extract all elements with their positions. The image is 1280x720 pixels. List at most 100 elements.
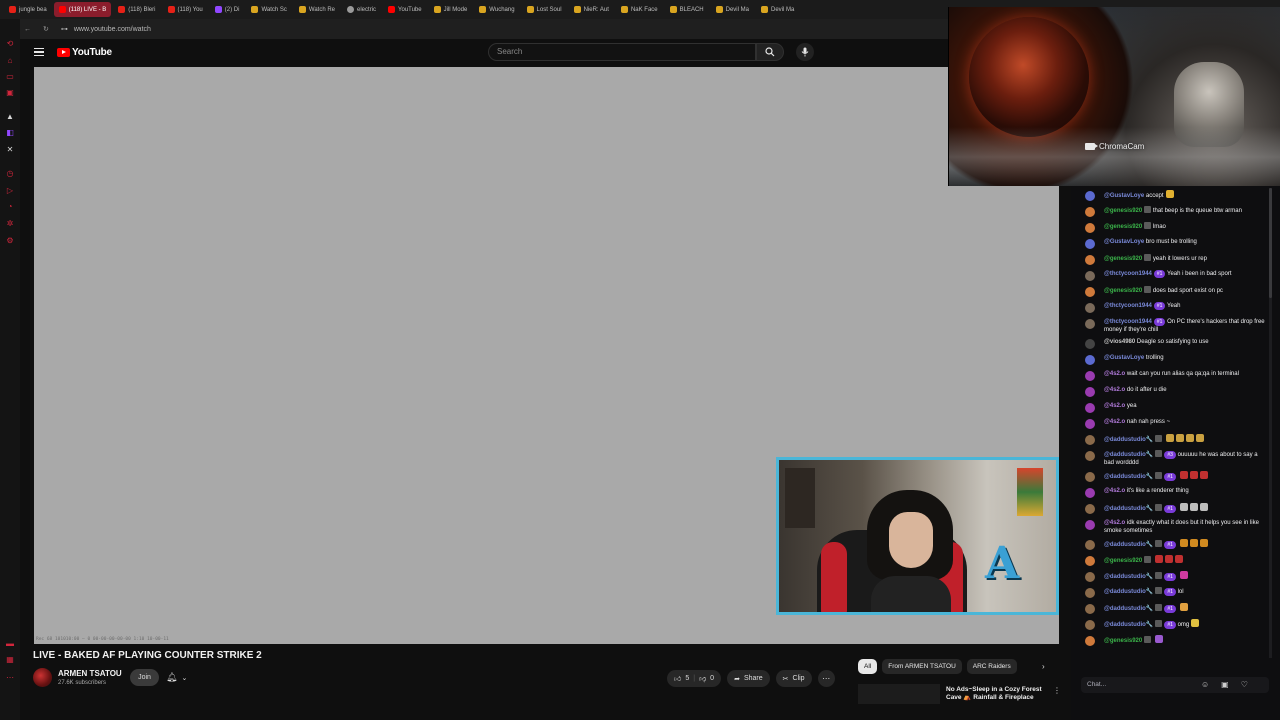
chat-avatar[interactable] bbox=[1085, 540, 1095, 550]
bookmark-icon[interactable]: ▬ bbox=[5, 639, 15, 649]
layout-icon[interactable]: ▦ bbox=[5, 655, 15, 665]
chat-username[interactable]: @daddustudio🔧 bbox=[1104, 506, 1153, 512]
chat-avatar[interactable] bbox=[1085, 572, 1095, 582]
bag-icon[interactable]: ⌂ bbox=[5, 56, 15, 66]
filter-chip[interactable]: From ARMEN TSATOU bbox=[882, 659, 962, 674]
site-info-icon[interactable]: ⊶ bbox=[61, 25, 68, 33]
chat-avatar[interactable] bbox=[1085, 255, 1095, 265]
x-icon[interactable]: ✕ bbox=[5, 145, 15, 155]
chat-username[interactable]: @daddustudio🔧 bbox=[1104, 606, 1153, 612]
share-button[interactable]: ➦ Share bbox=[727, 670, 770, 687]
browser-tab[interactable]: jungle bea bbox=[4, 2, 52, 17]
chat-username[interactable]: @daddustudio🔧 bbox=[1104, 474, 1153, 480]
heart-icon[interactable]: ♡ bbox=[1241, 680, 1248, 689]
youtube-logo[interactable]: YouTube bbox=[57, 47, 112, 58]
message-icon[interactable]: ▭ bbox=[5, 72, 15, 82]
triangle-icon[interactable]: ▲ bbox=[5, 112, 15, 122]
emoji-icon[interactable]: ☺ bbox=[1201, 680, 1209, 689]
browser-tab[interactable]: electric bbox=[342, 2, 381, 17]
chat-scrollbar[interactable] bbox=[1269, 188, 1272, 658]
play-icon[interactable]: ▷ bbox=[5, 186, 15, 196]
recommended-title[interactable]: No Ads~Sleep in a Cozy Forest Cave ⛺ Rai… bbox=[946, 686, 1056, 702]
chat-avatar[interactable] bbox=[1085, 636, 1095, 646]
channel-name[interactable]: ARMEN TSATOU bbox=[58, 669, 122, 678]
clock-icon[interactable]: ◷ bbox=[5, 169, 15, 179]
chat-avatar[interactable] bbox=[1085, 319, 1095, 329]
chat-avatar[interactable] bbox=[1085, 520, 1095, 530]
join-button[interactable]: Join bbox=[130, 669, 159, 686]
chat-avatar[interactable] bbox=[1085, 472, 1095, 482]
chat-avatar[interactable] bbox=[1085, 588, 1095, 598]
timer-icon[interactable]: ◔ bbox=[5, 202, 15, 212]
chat-avatar[interactable] bbox=[1085, 435, 1095, 445]
chat-avatar[interactable] bbox=[1085, 620, 1095, 630]
gear-icon[interactable]: ✲ bbox=[5, 219, 15, 229]
browser-tab[interactable]: Jill Mode bbox=[429, 2, 473, 17]
chat-avatar[interactable] bbox=[1085, 207, 1095, 217]
browser-tab[interactable]: (118) You bbox=[163, 2, 208, 17]
chat-username[interactable]: @daddustudio🔧 bbox=[1104, 589, 1153, 595]
chat-username[interactable]: @genesis920 bbox=[1104, 638, 1142, 644]
filter-chip[interactable]: ARC Raiders bbox=[966, 659, 1017, 674]
browser-tab[interactable]: BLEACH bbox=[665, 2, 709, 17]
browser-tab[interactable]: Wuchang bbox=[474, 2, 519, 17]
chat-avatar[interactable] bbox=[1085, 239, 1095, 249]
recommended-video[interactable]: No Ads~Sleep in a Cozy Forest Cave ⛺ Rai… bbox=[858, 684, 1061, 704]
search-input[interactable]: Search bbox=[488, 43, 756, 61]
filter-chip[interactable]: All bbox=[858, 659, 878, 674]
browser-tab[interactable]: Devil Ma bbox=[711, 2, 754, 17]
chat-username[interactable]: @genesis920 bbox=[1104, 208, 1142, 214]
channel-avatar[interactable] bbox=[33, 668, 52, 687]
chat-avatar[interactable] bbox=[1085, 339, 1095, 349]
voice-search-button[interactable] bbox=[796, 43, 814, 61]
chat-username[interactable]: @GustavLoye bbox=[1104, 355, 1144, 361]
chat-username[interactable]: @daddustudio🔧 bbox=[1104, 542, 1153, 548]
chat-avatar[interactable] bbox=[1085, 504, 1095, 514]
browser-tab[interactable]: (118) LIVE - B bbox=[53, 2, 112, 17]
browser-tab[interactable]: NieR: Aut bbox=[569, 2, 614, 17]
chat-username[interactable]: @vios4980 bbox=[1104, 339, 1135, 345]
more-icon[interactable]: ⋯ bbox=[5, 673, 15, 683]
settings-icon[interactable]: ⚙ bbox=[5, 236, 15, 246]
clip-button[interactable]: ✂ Clip bbox=[775, 670, 812, 687]
chat-username[interactable]: @genesis920 bbox=[1104, 558, 1142, 564]
notification-button[interactable]: 🔔︎ ⌄ bbox=[166, 669, 200, 686]
browser-tab[interactable]: Lost Soul bbox=[522, 2, 567, 17]
chat-username[interactable]: @genesis920 bbox=[1104, 256, 1142, 262]
browser-tab[interactable]: Devil Ma bbox=[756, 2, 799, 17]
recommended-thumbnail[interactable] bbox=[858, 684, 940, 704]
chat-username[interactable]: @thctycoon1944 bbox=[1104, 319, 1152, 325]
chat-username[interactable]: @genesis920 bbox=[1104, 288, 1142, 294]
chevron-right-icon[interactable]: › bbox=[1042, 662, 1045, 671]
chat-username[interactable]: @daddustudio🔧 bbox=[1104, 622, 1153, 628]
twitch-icon[interactable]: ◧ bbox=[5, 128, 15, 138]
address-bar[interactable]: ← ↻ ⊶ www.youtube.com/watch bbox=[0, 19, 948, 39]
chat-avatar[interactable] bbox=[1085, 419, 1095, 429]
chat-username[interactable]: @GustavLoye bbox=[1104, 193, 1144, 199]
browser-tab[interactable]: (118) Bleri bbox=[113, 2, 160, 17]
more-actions-button[interactable]: ⋯ bbox=[817, 670, 835, 687]
browser-tab[interactable]: Watch Sc bbox=[246, 2, 291, 17]
chat-avatar[interactable] bbox=[1085, 355, 1095, 365]
chat-avatar[interactable] bbox=[1085, 303, 1095, 313]
url-field[interactable]: ⊶ www.youtube.com/watch bbox=[61, 25, 151, 34]
thumbs-down-icon[interactable]: 👎︎ bbox=[699, 674, 706, 683]
browser-tab[interactable]: YouTube bbox=[383, 2, 427, 17]
like-button[interactable]: 👍︎ 5 | 👎︎ 0 bbox=[667, 670, 722, 687]
chat-username[interactable]: @4s2.o bbox=[1104, 419, 1125, 425]
browser-tab[interactable]: NaK Face bbox=[616, 2, 663, 17]
browser-tab[interactable]: (2) Di bbox=[210, 2, 245, 17]
chat-username[interactable]: @4s2.o bbox=[1104, 371, 1125, 377]
chat-avatar[interactable] bbox=[1085, 387, 1095, 397]
menu-icon[interactable] bbox=[34, 48, 44, 56]
chat-avatar[interactable] bbox=[1085, 223, 1095, 233]
chat-username[interactable]: @4s2.o bbox=[1104, 520, 1125, 526]
chat-username[interactable]: @thctycoon1944 bbox=[1104, 303, 1152, 309]
chat-avatar[interactable] bbox=[1085, 604, 1095, 614]
chat-avatar[interactable] bbox=[1085, 371, 1095, 381]
chat-username[interactable]: @GustavLoye bbox=[1104, 239, 1144, 245]
chat-avatar[interactable] bbox=[1085, 271, 1095, 281]
chat-username[interactable]: @4s2.o bbox=[1104, 488, 1125, 494]
chat-username[interactable]: @daddustudio🔧 bbox=[1104, 452, 1153, 458]
chat-username[interactable]: @daddustudio🔧 bbox=[1104, 574, 1153, 580]
